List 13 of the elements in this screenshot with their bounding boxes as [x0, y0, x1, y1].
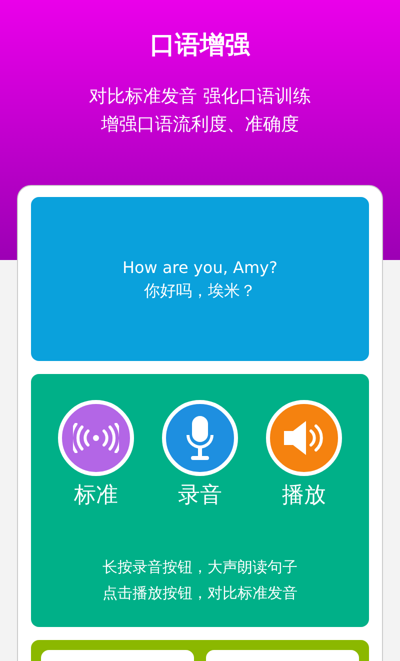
chinese-sentence: 你好吗，埃米？	[144, 280, 256, 302]
hint-text: 长按录音按钮，大声朗读句子	[102, 557, 298, 578]
action-label: 播放	[282, 482, 326, 510]
page-title: 口语增强	[150, 29, 250, 61]
action-label: 标准	[74, 482, 118, 510]
signal-icon	[73, 423, 119, 453]
subtitle-text: 增强口语流利度、准确度	[101, 113, 299, 137]
hint-text: 点击播放按钮，对比标准发音	[102, 583, 298, 604]
action-label: 录音	[178, 482, 222, 510]
english-sentence: How are you, Amy?	[122, 257, 278, 279]
subtitle-text: 对比标准发音 强化口语训练	[89, 85, 311, 109]
speaker-icon	[282, 420, 326, 456]
microphone-icon	[185, 415, 215, 461]
